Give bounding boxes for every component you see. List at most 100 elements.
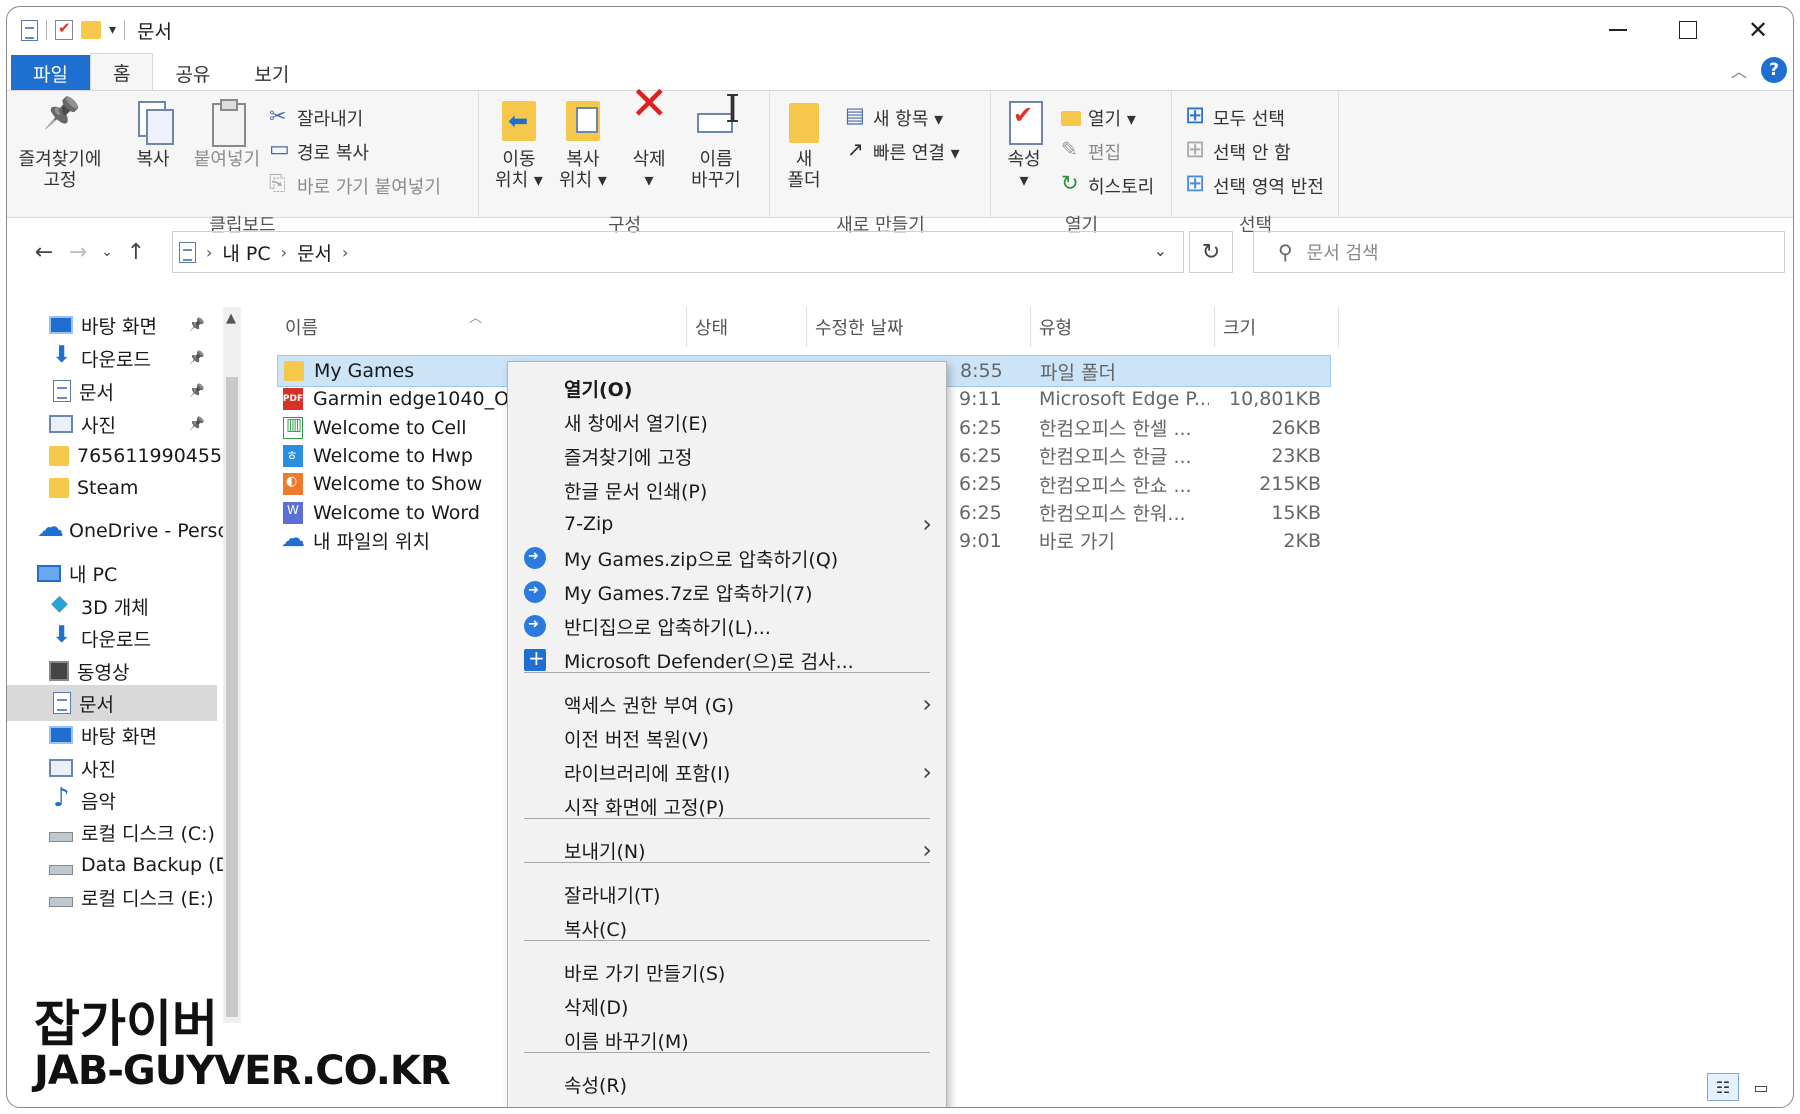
new-folder-button[interactable]: 새 폴더	[779, 99, 829, 191]
context-menu-item[interactable]: 반디집으로 압축하기(L)...	[508, 610, 946, 642]
sidebar-item[interactable]: 사진 📌	[7, 406, 217, 442]
recent-locations-chevron-icon[interactable]: ⌄	[95, 244, 119, 260]
context-menu-item[interactable]: 삭제(D)	[508, 990, 946, 1022]
context-menu-item[interactable]: 열기(O)	[508, 372, 946, 404]
sidebar-item[interactable]: Steam	[7, 470, 217, 506]
move-to-button[interactable]: 이동 위치 ▾	[492, 99, 546, 191]
copy-path-button[interactable]: 경로 복사	[269, 137, 369, 165]
context-menu-item[interactable]: 속성(R)	[508, 1068, 946, 1100]
paste-label: 붙여넣기	[193, 149, 261, 170]
sidebar-item[interactable]: 문서 📌	[7, 373, 217, 409]
easy-access-icon	[845, 137, 867, 163]
sidebar-item[interactable]: 내 PC	[7, 555, 217, 591]
back-arrow-icon[interactable]: ←	[27, 240, 61, 265]
select-all-button[interactable]: 모두 선택	[1185, 101, 1285, 131]
chevron-right-icon[interactable]: ›	[281, 243, 287, 262]
address-bar[interactable]: › 내 PC › 문서 › ⌄	[172, 231, 1184, 273]
up-arrow-icon[interactable]: ↑	[119, 240, 153, 265]
context-menu-item[interactable]: 복사(C)	[508, 912, 946, 944]
cut-button[interactable]: 잘라내기	[269, 104, 363, 131]
pin-icon[interactable]: 📌	[189, 351, 205, 366]
chevron-down-icon[interactable]: ⌄	[1154, 241, 1167, 260]
maximize-button[interactable]	[1653, 7, 1723, 53]
context-menu-item[interactable]: 시작 화면에 고정(P)	[508, 790, 946, 822]
tab-view[interactable]: 보기	[232, 55, 311, 91]
breadcrumb-pc[interactable]: 내 PC	[222, 239, 270, 266]
sidebar-item[interactable]: 바탕 화면 📌	[7, 307, 217, 343]
paste-button[interactable]: 붙여넣기	[187, 99, 267, 170]
close-button[interactable]: ✕	[1723, 7, 1793, 53]
group-organize: 이동 위치 ▾ 복사 위치 ▾ 삭제 ▾ 이름 바꾸기 구성	[480, 91, 770, 236]
search-input[interactable]: ⚲ 문서 검색	[1253, 231, 1785, 273]
context-menu-item[interactable]: 새 창에서 열기(E)	[508, 406, 946, 438]
sidebar-item[interactable]: 다운로드 📌	[7, 340, 217, 376]
sidebar-item[interactable]: 문서	[7, 685, 217, 721]
open-button[interactable]: 열기 ▾	[1060, 105, 1136, 131]
column-type[interactable]: 유형	[1031, 307, 1215, 347]
sidebar-item[interactable]: 바탕 화면	[7, 717, 217, 753]
tab-file[interactable]: 파일	[11, 55, 90, 91]
sidebar-item[interactable]: 로컬 디스크 (E:)	[7, 879, 217, 915]
paste-shortcut-button[interactable]: 바로 가기 붙여넣기	[269, 171, 441, 199]
sidebar-item[interactable]: OneDrive - Perso	[7, 512, 229, 549]
edit-button[interactable]: 편집	[1060, 137, 1121, 165]
sidebar-item[interactable]: 사진	[7, 750, 217, 786]
tab-share[interactable]: 공유	[153, 55, 232, 91]
new-folder-icon[interactable]	[81, 21, 101, 39]
context-menu-item[interactable]: 액세스 권한 부여 (G) ›	[508, 688, 946, 720]
forward-arrow-icon[interactable]: →	[61, 240, 95, 265]
help-icon[interactable]: ?	[1761, 57, 1787, 83]
pin-icon[interactable]: 📌	[189, 384, 205, 399]
context-menu-item[interactable]: 잘라내기(T)	[508, 878, 946, 910]
column-status[interactable]: 상태	[687, 307, 807, 347]
sidebar-item[interactable]: 동영상	[7, 653, 217, 689]
minimize-button[interactable]	[1583, 7, 1653, 53]
select-none-button[interactable]: 선택 안 함	[1185, 135, 1291, 165]
chevron-right-icon[interactable]: ›	[206, 243, 212, 262]
chevron-right-icon[interactable]: ›	[342, 243, 348, 262]
column-date-modified[interactable]: 수정한 날짜	[807, 307, 1031, 347]
scroll-up-icon[interactable]: ▲	[226, 311, 236, 326]
sidebar-item[interactable]: 다운로드	[7, 620, 217, 656]
details-view-icon[interactable]: ☷	[1707, 1073, 1739, 1101]
delete-button[interactable]: 삭제 ▾	[624, 93, 674, 191]
tab-home[interactable]: 홈	[89, 53, 154, 91]
context-menu-item[interactable]: 보내기(N) ›	[508, 834, 946, 866]
properties-button[interactable]: 속성 ▾	[1000, 99, 1048, 191]
properties-icon[interactable]	[55, 19, 73, 40]
pin-icon[interactable]: 📌	[189, 417, 205, 432]
pin-icon	[39, 99, 81, 145]
context-menu-item[interactable]: Microsoft Defender(으)로 검사...	[508, 644, 946, 676]
large-icons-view-icon[interactable]: ▭	[1745, 1073, 1777, 1101]
context-menu-item[interactable]: 라이브러리에 포함(I) ›	[508, 756, 946, 788]
context-menu-item[interactable]: 이름 바꾸기(M)	[508, 1024, 946, 1056]
copy-button[interactable]: 복사	[125, 99, 181, 170]
chevron-up-icon[interactable]: ︿	[1731, 58, 1747, 82]
easy-access-button[interactable]: 빠른 연결 ▾	[845, 137, 960, 165]
invert-selection-button[interactable]: 선택 영역 반전	[1185, 169, 1324, 199]
pin-to-quick-access-button[interactable]: 즐겨찾기에 고정	[17, 99, 103, 191]
breadcrumb-documents[interactable]: 문서	[297, 239, 332, 266]
context-menu-item[interactable]: 즐겨찾기에 고정	[508, 440, 946, 472]
rename-button[interactable]: 이름 바꾸기	[684, 99, 748, 191]
context-menu-item[interactable]: 7-Zip ›	[508, 508, 946, 540]
refresh-button[interactable]: ↻	[1189, 231, 1233, 273]
qat-dropdown-icon[interactable]: ▾	[109, 22, 116, 38]
nav-scrollbar[interactable]: ▲	[223, 307, 241, 1023]
context-menu-item[interactable]: My Games.7z로 압축하기(7)	[508, 576, 946, 608]
scrollbar-thumb[interactable]	[226, 377, 238, 1017]
sidebar-item[interactable]: 로컬 디스크 (C:)	[7, 814, 217, 850]
context-menu-item[interactable]: My Games.zip으로 압축하기(Q)	[508, 542, 946, 574]
sidebar-item[interactable]: 765611990455	[7, 438, 222, 474]
context-menu-item[interactable]: 한글 문서 인쇄(P)	[508, 474, 946, 506]
copy-to-button[interactable]: 복사 위치 ▾	[556, 99, 610, 191]
sidebar-item[interactable]: Data Backup (D	[7, 847, 230, 883]
column-size[interactable]: 크기	[1215, 307, 1339, 347]
history-button[interactable]: 히스토리	[1060, 171, 1154, 199]
context-menu-item[interactable]: 이전 버전 복원(V)	[508, 722, 946, 754]
sidebar-item[interactable]: 3D 개체	[7, 588, 217, 624]
context-menu-item[interactable]: 바로 가기 만들기(S)	[508, 956, 946, 988]
pin-icon[interactable]: 📌	[189, 318, 205, 333]
sidebar-item[interactable]: 음악	[7, 782, 217, 818]
new-item-button[interactable]: 새 항목 ▾	[845, 103, 943, 131]
